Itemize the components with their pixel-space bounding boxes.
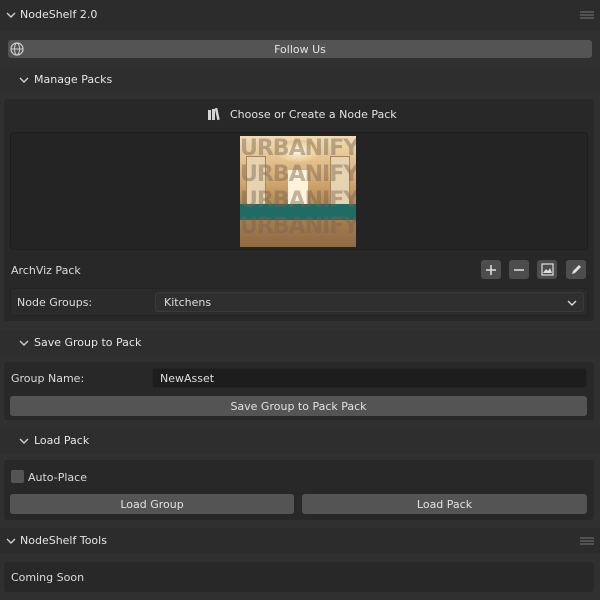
pack-thumbnail[interactable]: URBANIFY URBANIFY URBANIFY URBANIFY — [240, 136, 356, 247]
node-groups-dropdown[interactable]: Kitchens — [155, 292, 584, 312]
follow-us-label: Follow Us — [274, 42, 326, 56]
group-name-input[interactable]: NewAsset — [152, 368, 587, 388]
auto-place-label: Auto-Place — [28, 471, 87, 484]
manage-packs-title: Manage Packs — [34, 73, 113, 86]
choose-pack-label: Choose or Create a Node Pack — [230, 108, 397, 121]
load-pack-header[interactable]: Load Pack — [0, 428, 600, 454]
chevron-down-icon — [19, 77, 29, 83]
save-group-button[interactable]: Save Group to Pack Pack — [10, 396, 587, 416]
tools-panel — [4, 562, 594, 592]
globe-icon — [10, 42, 24, 56]
load-pack-button[interactable]: Load Pack — [302, 494, 587, 514]
watermark: URBANIFY URBANIFY URBANIFY URBANIFY — [240, 136, 356, 239]
load-pack-title: Load Pack — [34, 434, 90, 447]
group-name-value: NewAsset — [160, 371, 215, 385]
chevron-down-icon — [6, 12, 16, 18]
save-group-button-label: Save Group to Pack Pack — [230, 399, 367, 413]
chevron-down-icon — [6, 538, 16, 544]
node-groups-value: Kitchens — [164, 295, 212, 309]
pencil-icon — [571, 265, 581, 274]
set-preview-button[interactable] — [537, 260, 557, 279]
load-group-button-label: Load Group — [120, 497, 184, 511]
chevron-down-icon — [19, 340, 29, 346]
tools-title: NodeShelf Tools — [20, 534, 107, 547]
add-pack-button[interactable] — [481, 260, 501, 279]
auto-place-checkbox[interactable] — [11, 470, 24, 483]
addon-title: NodeShelf 2.0 — [20, 8, 98, 21]
pack-name-label: ArchViz Pack — [11, 264, 81, 277]
chevron-down-icon — [567, 300, 577, 306]
group-name-label: Group Name: — [11, 372, 85, 385]
node-groups-label: Node Groups: — [17, 296, 93, 309]
addon-header[interactable]: NodeShelf 2.0 — [0, 0, 600, 30]
chevron-down-icon — [19, 438, 29, 444]
plus-icon — [486, 264, 496, 275]
remove-pack-button[interactable] — [509, 260, 529, 279]
drag-handle-icon[interactable] — [580, 10, 594, 21]
drag-handle-icon[interactable] — [580, 536, 594, 547]
save-group-title: Save Group to Pack — [34, 336, 142, 349]
image-icon — [540, 263, 554, 276]
rename-pack-button[interactable] — [566, 260, 586, 279]
load-pack-button-label: Load Pack — [416, 497, 473, 511]
load-group-button[interactable]: Load Group — [10, 494, 294, 514]
books-icon — [208, 107, 220, 121]
tools-message: Coming Soon — [11, 571, 85, 584]
tools-header[interactable]: NodeShelf Tools — [0, 528, 600, 554]
save-group-header[interactable]: Save Group to Pack — [0, 330, 600, 356]
follow-us-button[interactable]: Follow Us — [8, 40, 592, 58]
manage-packs-header[interactable]: Manage Packs — [0, 68, 600, 92]
minus-icon — [514, 268, 524, 271]
